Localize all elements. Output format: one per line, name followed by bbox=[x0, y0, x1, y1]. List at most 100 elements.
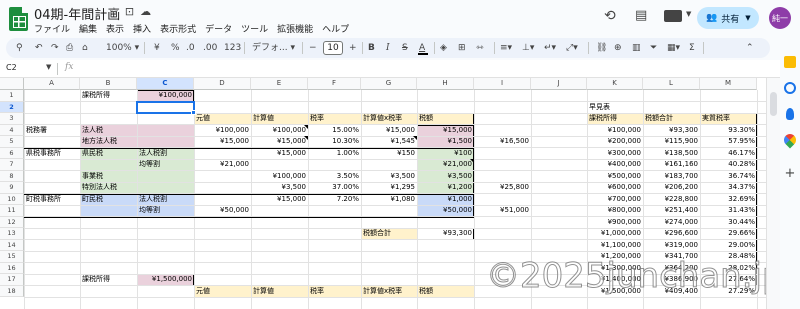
redo-icon[interactable]: ↷ bbox=[51, 41, 59, 55]
cell-a10[interactable]: 町税事務所 bbox=[24, 194, 80, 205]
column-header[interactable]: G bbox=[361, 78, 417, 90]
column-header[interactable]: A bbox=[24, 78, 80, 90]
name-box[interactable]: C2 bbox=[6, 63, 17, 72]
menu-insert[interactable]: 挿入 bbox=[133, 22, 151, 35]
comment-indicator-icon[interactable] bbox=[304, 124, 308, 129]
cell-b8[interactable]: 事業税 bbox=[80, 171, 137, 182]
cell-c6[interactable]: 法人税割 bbox=[137, 148, 194, 159]
row-header[interactable]: 10 bbox=[0, 193, 24, 205]
row-header[interactable]: 13 bbox=[0, 228, 24, 240]
cell-b6[interactable]: 県民税 bbox=[80, 148, 137, 159]
row-header[interactable]: 3 bbox=[0, 113, 24, 125]
cell-c10[interactable]: 法人税割 bbox=[137, 194, 194, 205]
text-rotation-icon[interactable]: ⤢▾ bbox=[566, 41, 578, 55]
column-header[interactable]: L bbox=[643, 78, 700, 90]
zoom-select[interactable]: 100% ▾ bbox=[106, 41, 139, 55]
text-wrap-icon[interactable]: ↵▾ bbox=[544, 41, 556, 55]
cell-b9[interactable]: 特別法人税 bbox=[80, 182, 137, 193]
search-menus-icon[interactable]: ⚲ bbox=[16, 41, 23, 55]
row-header[interactable]: 8 bbox=[0, 170, 24, 182]
add-addon-icon[interactable]: + bbox=[784, 167, 796, 180]
cell-b1[interactable]: 課税所得 bbox=[80, 90, 137, 101]
row-header[interactable]: 7 bbox=[0, 159, 24, 171]
select-all-corner[interactable] bbox=[0, 78, 24, 90]
increase-decimal-button[interactable]: .00 bbox=[203, 41, 217, 55]
document-title[interactable]: 04期-年間計画 bbox=[34, 4, 120, 23]
tasks-icon[interactable] bbox=[784, 82, 796, 94]
decrease-decimal-button[interactable]: .0 bbox=[186, 41, 195, 55]
column-header[interactable]: B bbox=[80, 78, 137, 90]
cell-e18[interactable]: 計算値 bbox=[251, 286, 308, 297]
avatar[interactable]: 純一 bbox=[769, 7, 791, 29]
strikethrough-button[interactable]: S bbox=[402, 41, 408, 55]
chevron-down-icon[interactable]: ▼ bbox=[686, 10, 691, 18]
bold-button[interactable]: B bbox=[368, 41, 375, 55]
menu-extensions[interactable]: 拡張機能 bbox=[277, 22, 313, 35]
vertical-align-icon[interactable]: ⊥▾ bbox=[522, 41, 534, 55]
comment-indicator-icon[interactable] bbox=[304, 136, 308, 140]
cell-a4[interactable]: 税務署 bbox=[24, 125, 80, 136]
version-history-icon[interactable]: ⟲ bbox=[604, 8, 616, 24]
cloud-status-icon[interactable]: ☁ bbox=[140, 5, 157, 18]
cell-i9[interactable]: ¥25,800 bbox=[474, 182, 531, 193]
decrease-font-size-button[interactable]: − bbox=[309, 41, 317, 55]
paint-format-icon[interactable]: ⌂ bbox=[82, 41, 88, 55]
share-button[interactable]: 👥 共有 ▼ bbox=[697, 7, 759, 29]
row-header[interactable]: 15 bbox=[0, 251, 24, 263]
font-size-input[interactable]: 10 bbox=[323, 41, 343, 55]
fill-handle[interactable] bbox=[191, 110, 196, 115]
insert-comment-icon[interactable]: ⊕ bbox=[614, 41, 622, 55]
cell-f18[interactable]: 税率 bbox=[308, 286, 361, 297]
fill-color-icon[interactable]: ◈ bbox=[440, 41, 447, 55]
cell-b4[interactable]: 法人税 bbox=[80, 125, 137, 136]
row-header[interactable]: 2 bbox=[0, 101, 24, 113]
comments-icon[interactable]: ▤ bbox=[635, 8, 647, 23]
merge-cells-icon[interactable]: ⇿ bbox=[476, 41, 484, 55]
column-header[interactable]: J bbox=[531, 78, 587, 90]
filter-icon[interactable]: ⏷ bbox=[650, 41, 657, 55]
cell-c11[interactable]: 均等割 bbox=[137, 205, 194, 216]
menu-file[interactable]: ファイル bbox=[34, 22, 70, 35]
column-header[interactable]: M bbox=[700, 78, 757, 90]
row-header[interactable]: 17 bbox=[0, 274, 24, 286]
cell-a6[interactable]: 県税事務所 bbox=[24, 148, 80, 159]
print-icon[interactable]: ⎙ bbox=[66, 41, 73, 55]
row-header[interactable]: 16 bbox=[0, 262, 24, 274]
cell-h18[interactable]: 税額 bbox=[417, 286, 474, 297]
menu-view[interactable]: 表示 bbox=[106, 22, 124, 35]
cell-g18[interactable]: 計算値x税率 bbox=[361, 286, 417, 297]
scrollbar-thumb[interactable] bbox=[770, 92, 777, 116]
comment-indicator-icon[interactable] bbox=[413, 136, 417, 140]
keep-icon[interactable] bbox=[784, 56, 796, 68]
menu-tools[interactable]: ツール bbox=[241, 22, 268, 35]
move-folder-icon[interactable]: ⊡ bbox=[125, 5, 140, 18]
number-format-button[interactable]: 123 bbox=[224, 41, 241, 55]
row-header[interactable]: 12 bbox=[0, 216, 24, 228]
collapse-toolbar-icon[interactable]: ⌃ bbox=[746, 41, 754, 55]
undo-icon[interactable]: ↶ bbox=[35, 41, 43, 55]
italic-button[interactable]: I bbox=[386, 41, 390, 55]
borders-icon[interactable]: ⊞ bbox=[458, 41, 466, 55]
vertical-scrollbar[interactable] bbox=[766, 78, 780, 309]
contacts-icon[interactable] bbox=[786, 108, 794, 120]
star-icon[interactable]: ☆ bbox=[109, 5, 125, 18]
menu-format[interactable]: 表示形式 bbox=[160, 22, 196, 35]
row-header[interactable]: 5 bbox=[0, 136, 24, 148]
column-header[interactable]: E bbox=[251, 78, 308, 90]
cell-i5[interactable]: ¥16,500 bbox=[474, 136, 531, 147]
row-header[interactable]: 6 bbox=[0, 147, 24, 159]
font-family-select[interactable]: デフォ... ▾ bbox=[252, 41, 295, 55]
selected-cell[interactable] bbox=[136, 100, 195, 114]
percent-button[interactable]: % bbox=[171, 41, 180, 55]
filter-views-icon[interactable]: ▦▾ bbox=[667, 41, 680, 55]
row-header[interactable]: 18 bbox=[0, 285, 24, 297]
cell-b5[interactable]: 地方法人税 bbox=[80, 136, 137, 147]
functions-icon[interactable]: Σ bbox=[689, 41, 695, 55]
cell-b10[interactable]: 町民税 bbox=[80, 194, 137, 205]
row-header[interactable]: 1 bbox=[0, 90, 24, 102]
column-header[interactable]: C bbox=[137, 78, 194, 90]
meet-icon[interactable] bbox=[664, 10, 682, 22]
chevron-down-icon[interactable]: ▼ bbox=[46, 63, 51, 71]
comment-indicator-icon[interactable] bbox=[470, 159, 474, 163]
row-header[interactable]: 4 bbox=[0, 124, 24, 136]
